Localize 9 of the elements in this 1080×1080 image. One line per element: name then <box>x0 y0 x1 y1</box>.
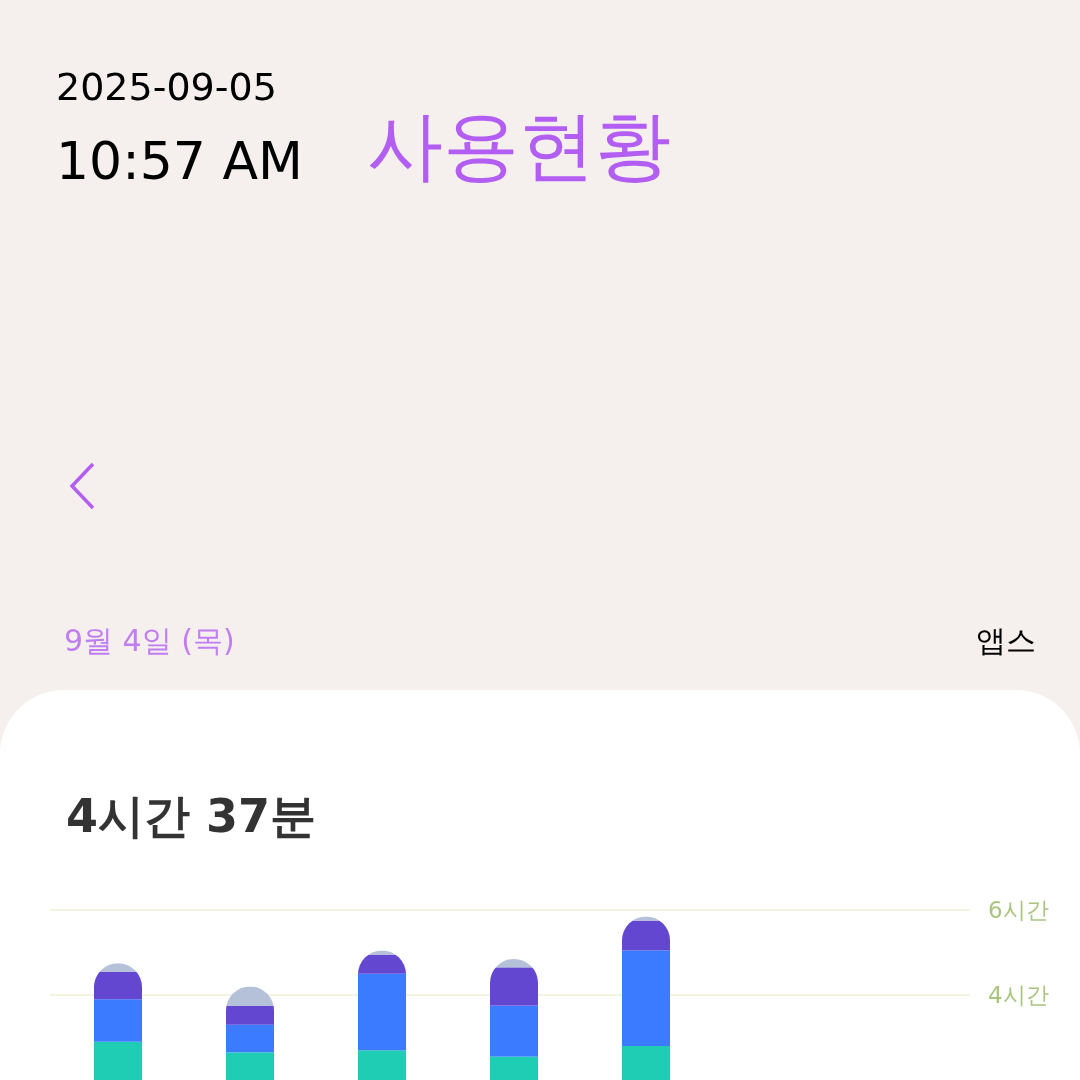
axis-label: 4시간 <box>988 982 1049 1008</box>
status-time: 10:57 AM <box>56 130 303 193</box>
status-date: 2025-09-05 <box>56 64 278 111</box>
date-label: 9월 4일 (목) <box>64 622 235 660</box>
total-usage: 4시간 37분 <box>65 788 318 844</box>
apps-filter[interactable]: 앱스 <box>976 618 1036 663</box>
page-title: 사용현황 <box>366 100 671 192</box>
axis-label: 6시간 <box>988 897 1049 923</box>
back-icon <box>67 461 97 511</box>
